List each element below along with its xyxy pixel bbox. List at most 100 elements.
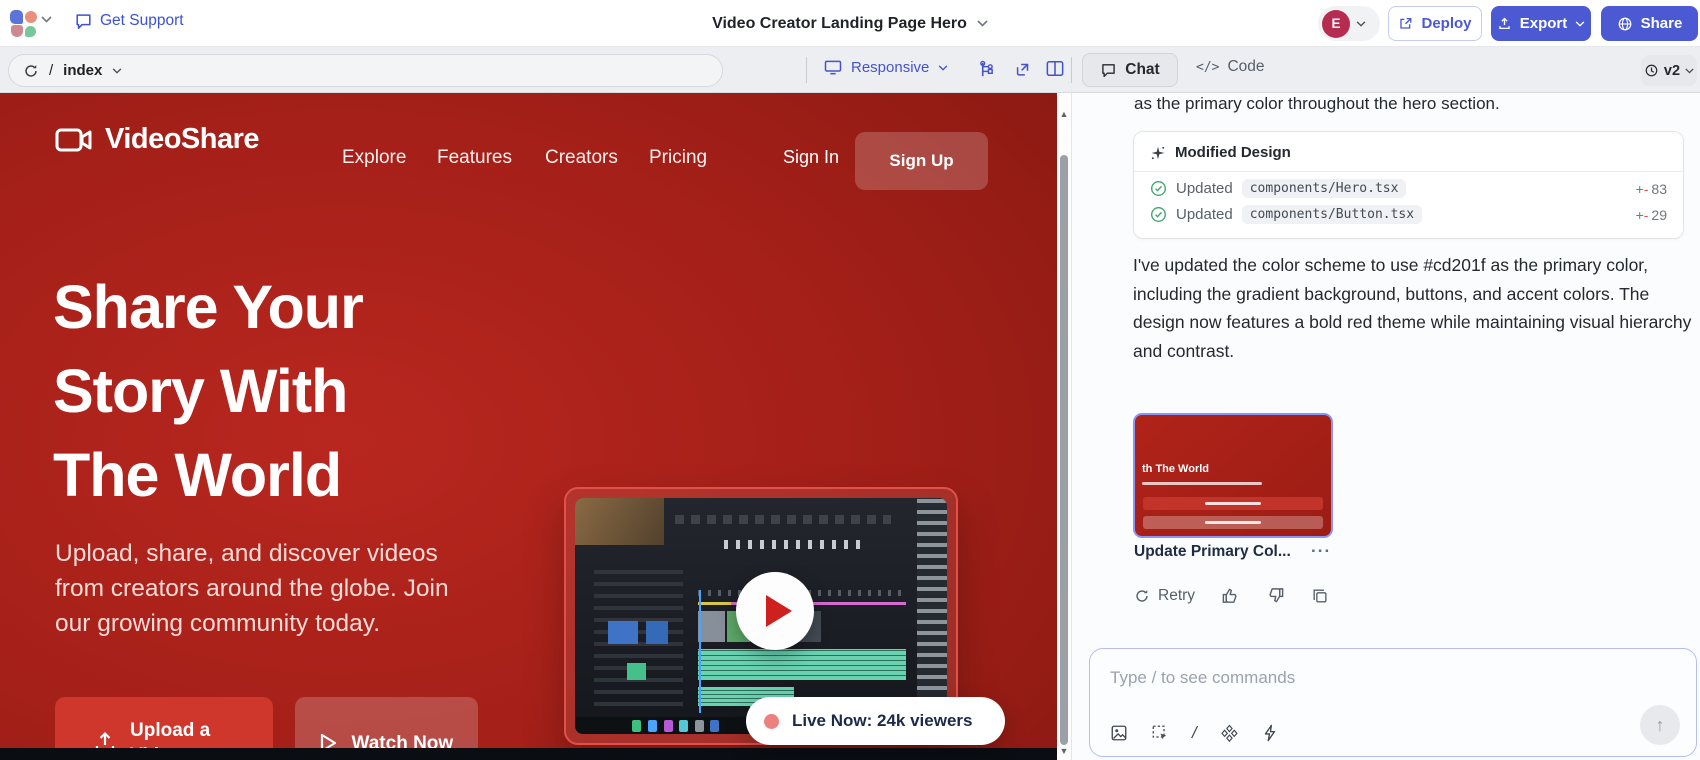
copy-icon[interactable] [1311, 587, 1329, 605]
modified-design-header: Modified Design [1134, 132, 1683, 172]
toolbar-divider [1071, 57, 1072, 83]
chat-panel: as the primary color throughout the hero… [1071, 93, 1700, 760]
version-selector[interactable]: v2 [1641, 55, 1697, 86]
message-actions: Retry [1134, 586, 1329, 605]
editor-decoration [675, 515, 891, 524]
deploy-button[interactable]: Deploy [1388, 6, 1482, 41]
input-toolbar: / [1110, 723, 1278, 743]
preview-scrollbar[interactable]: ▲ ▼ [1057, 93, 1071, 760]
file-action: Updated [1176, 180, 1233, 197]
thumbs-up-icon[interactable] [1221, 586, 1240, 605]
editor-decoration [699, 590, 701, 713]
file-update-row[interactable]: Updated components/Button.tsx +-29 [1134, 198, 1683, 224]
hero-headline-line3: The World [53, 433, 363, 517]
top-header: Get Support Video Creator Landing Page H… [0, 0, 1700, 47]
diamond-grid-icon[interactable] [1220, 724, 1239, 743]
chat-input[interactable] [1110, 663, 1670, 693]
external-link-icon [1398, 16, 1413, 31]
more-options-icon[interactable]: ... [1311, 537, 1331, 557]
history-clock-icon [1644, 63, 1659, 78]
code-tab-label: Code [1227, 58, 1264, 76]
video-camera-icon [55, 126, 93, 154]
play-button[interactable] [736, 572, 814, 650]
retry-icon [1134, 588, 1150, 604]
site-preview: VideoShare Explore Features Creators Pri… [0, 93, 1057, 760]
editor-decoration [627, 663, 646, 680]
thumbnail-decoration [1143, 516, 1323, 529]
nav-link-features[interactable]: Features [437, 147, 512, 169]
thumbs-down-icon[interactable] [1266, 586, 1285, 605]
diff-count: +-83 [1636, 181, 1667, 197]
path-chevron-down-icon[interactable] [112, 68, 122, 74]
app-window: Get Support Video Creator Landing Page H… [0, 0, 1700, 760]
title-chevron-down-icon [977, 20, 988, 27]
globe-icon [1617, 16, 1633, 32]
device-chevron-down-icon [938, 65, 948, 71]
deploy-label: Deploy [1421, 15, 1471, 32]
play-icon [766, 595, 792, 627]
site-brand[interactable]: VideoShare [55, 123, 259, 156]
preview-toolbar: / index Responsive Chat < [0, 47, 1700, 93]
editor-decoration [698, 602, 731, 605]
file-update-row[interactable]: Updated components/Hero.tsx +-83 [1134, 172, 1683, 198]
hero-headline: Share Your Story With The World [53, 265, 363, 517]
export-label: Export [1520, 15, 1568, 32]
hero-description: Upload, share, and discover videos from … [55, 536, 470, 641]
avatar: E [1322, 10, 1350, 38]
site-brand-name: VideoShare [105, 123, 259, 156]
chat-input-box[interactable]: / ↑ [1089, 648, 1697, 757]
sign-in-link[interactable]: Sign In [783, 147, 839, 168]
scroll-down-icon[interactable]: ▼ [1057, 746, 1071, 756]
scrollbar-thumb[interactable] [1060, 155, 1068, 745]
chat-tab-label: Chat [1125, 61, 1159, 79]
live-badge: Live Now: 24k viewers [746, 697, 1005, 745]
open-in-new-icon[interactable] [1014, 60, 1032, 78]
arrow-up-icon: ↑ [1656, 715, 1665, 736]
thumbnail-decoration [1142, 482, 1262, 485]
nav-link-pricing[interactable]: Pricing [649, 147, 707, 169]
hero-headline-line2: Story With [53, 349, 363, 433]
split-view-icon[interactable] [1046, 60, 1064, 77]
retry-button[interactable]: Retry [1134, 587, 1195, 605]
thumbnail-caption[interactable]: Update Primary Col... [1134, 543, 1291, 561]
toolbar-divider [806, 57, 807, 83]
account-menu[interactable]: E [1318, 6, 1380, 41]
check-circle-icon [1150, 180, 1167, 197]
scroll-up-icon[interactable]: ▲ [1057, 109, 1071, 119]
refresh-icon[interactable] [23, 63, 39, 79]
chat-bubble-icon [1100, 62, 1117, 78]
tab-chat[interactable]: Chat [1082, 53, 1178, 87]
account-chevron-down-icon [1356, 21, 1366, 27]
editor-decoration [698, 649, 906, 680]
export-chevron-down-icon [1575, 21, 1585, 27]
nav-link-creators[interactable]: Creators [545, 147, 618, 169]
slash-command-icon[interactable]: / [1192, 723, 1197, 743]
next-section-edge [0, 748, 1057, 760]
monitor-icon [824, 60, 842, 75]
file-action: Updated [1176, 206, 1233, 223]
component-flow-icon[interactable] [978, 60, 995, 79]
device-mode-select[interactable]: Responsive [824, 59, 948, 76]
check-circle-icon [1150, 206, 1167, 223]
nav-link-explore[interactable]: Explore [342, 147, 406, 169]
path-prefix: / [49, 62, 53, 79]
assistant-message: I've updated the color scheme to use #cd… [1133, 251, 1695, 365]
page-path-bar[interactable]: / index [8, 54, 723, 87]
attach-image-icon[interactable] [1110, 724, 1128, 742]
thumbnail-decoration [1143, 497, 1323, 510]
send-button[interactable]: ↑ [1640, 705, 1680, 745]
assistant-message-tail: as the primary color throughout the hero… [1134, 94, 1694, 114]
sign-up-button[interactable]: Sign Up [855, 132, 988, 190]
retry-label: Retry [1158, 587, 1195, 605]
project-title: Video Creator Landing Page Hero [712, 15, 967, 33]
editor-decoration [646, 621, 668, 645]
version-chevron-down-icon [1685, 68, 1694, 74]
editor-decoration [575, 498, 664, 545]
share-button[interactable]: Share [1601, 6, 1698, 41]
select-element-icon[interactable] [1151, 724, 1169, 742]
version-thumbnail[interactable]: th The World [1133, 413, 1333, 538]
lightning-icon[interactable] [1262, 724, 1278, 742]
export-button[interactable]: Export [1491, 6, 1591, 41]
path-name: index [63, 62, 102, 79]
tab-code[interactable]: </> Code [1196, 58, 1265, 76]
